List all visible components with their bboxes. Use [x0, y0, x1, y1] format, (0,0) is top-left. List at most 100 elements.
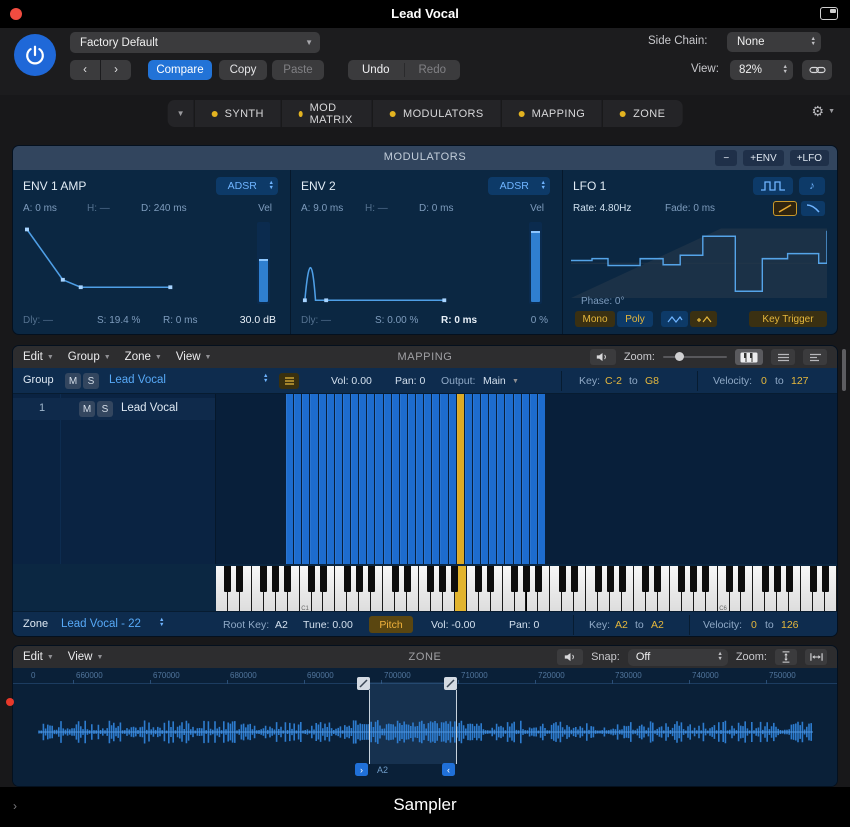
zone-bar[interactable]: [367, 394, 375, 564]
zone-bar[interactable]: [375, 394, 383, 564]
start-marker-line[interactable]: [369, 690, 370, 764]
env1-mode-select[interactable]: ADSR ▲ ▼: [216, 177, 278, 195]
piano-key-black[interactable]: [284, 566, 292, 592]
mapping-zoom-slider[interactable]: [663, 350, 727, 364]
window-mode-icon[interactable]: [820, 7, 838, 20]
piano-key-black[interactable]: [654, 566, 662, 592]
back-button[interactable]: ‹: [70, 60, 100, 80]
env1-attack[interactable]: A: 0 ms: [23, 203, 57, 214]
env2-decay[interactable]: D: 0 ms: [419, 203, 453, 214]
fade-in-button[interactable]: [773, 201, 797, 216]
link-button[interactable]: [802, 60, 832, 80]
root-key-value[interactable]: A2: [275, 619, 288, 631]
env2-graph[interactable]: [301, 222, 514, 304]
view-zoom-select[interactable]: 82% ▲ ▼: [730, 60, 793, 80]
mapping-menu-view[interactable]: View ▼: [176, 351, 212, 363]
piano-key-black[interactable]: [224, 566, 232, 592]
zone-bar[interactable]: [521, 394, 529, 564]
zone-bar[interactable]: [489, 394, 497, 564]
env1-hold[interactable]: H: —: [87, 203, 110, 214]
side-chain-select[interactable]: None ▲ ▼: [727, 32, 821, 52]
zone-bar-selected[interactable]: [456, 394, 464, 564]
remove-modulator-button[interactable]: −: [715, 150, 738, 166]
zone-bar[interactable]: [326, 394, 334, 564]
piano-key-black[interactable]: [618, 566, 626, 592]
group-pan[interactable]: Pan: 0: [395, 375, 425, 387]
zone-key-low[interactable]: A2: [615, 619, 628, 631]
piano-key-black[interactable]: [809, 566, 817, 592]
zone-bar[interactable]: [529, 394, 537, 564]
env2-amount[interactable]: 0 %: [531, 315, 548, 326]
tab-mod-matrix[interactable]: MOD MATRIX: [280, 100, 372, 127]
group-list-button[interactable]: [279, 373, 299, 389]
stepper-icon[interactable]: ▲ ▼: [811, 36, 821, 47]
piano-key-black[interactable]: [427, 566, 435, 592]
piano-key-black[interactable]: [726, 566, 734, 592]
zone-bar[interactable]: [286, 394, 294, 564]
piano-key-black[interactable]: [678, 566, 686, 592]
lfo-wave-mode-a-button[interactable]: [661, 311, 688, 327]
mapping-menu-group[interactable]: Group ▼: [68, 351, 111, 363]
piano-key-black[interactable]: [319, 566, 327, 592]
piano-key-black[interactable]: [260, 566, 268, 592]
add-env-button[interactable]: +ENV: [743, 150, 784, 166]
stepper-icon[interactable]: ▲ ▼: [783, 64, 793, 75]
zone-volume[interactable]: Vol: -0.00: [431, 619, 475, 631]
lfo-wave-mode-b-button[interactable]: [690, 311, 717, 327]
piano-key-black[interactable]: [594, 566, 602, 592]
zone-bar[interactable]: [497, 394, 505, 564]
paste-button[interactable]: Paste: [272, 60, 324, 80]
compare-button[interactable]: Compare: [148, 60, 212, 80]
preset-select[interactable]: Factory Default ▼: [70, 32, 320, 53]
piano-key-black[interactable]: [451, 566, 459, 592]
end-badge[interactable]: ‹: [442, 763, 455, 776]
env1-release[interactable]: R: 0 ms: [163, 315, 197, 326]
zone-bar[interactable]: [302, 394, 310, 564]
zone-bar[interactable]: [342, 394, 351, 564]
lfo-phase[interactable]: Phase: 0°: [581, 296, 624, 307]
fade-out-button[interactable]: [801, 201, 825, 216]
zone-bar[interactable]: [537, 394, 546, 564]
lfo-poly-button[interactable]: Poly: [617, 311, 653, 327]
undo-button[interactable]: Undo: [348, 64, 404, 76]
key-trigger-button[interactable]: Key Trigger: [749, 311, 827, 327]
piano-key-black[interactable]: [343, 566, 351, 592]
piano-key-black[interactable]: [785, 566, 793, 592]
piano-key-black[interactable]: [737, 566, 745, 592]
zone-bar[interactable]: [505, 394, 513, 564]
slider-handle[interactable]: [675, 352, 684, 361]
group-row[interactable]: 1 M S Lead Vocal: [13, 398, 215, 420]
stepper-icon[interactable]: ▲ ▼: [263, 373, 272, 384]
zone-bar[interactable]: [391, 394, 399, 564]
zone-bar[interactable]: [472, 394, 481, 564]
piano-key-black[interactable]: [355, 566, 363, 592]
zone-pan[interactable]: Pan: 0: [509, 619, 539, 631]
end-marker-handle[interactable]: [444, 677, 457, 690]
group-velocity-high[interactable]: 127: [791, 375, 809, 387]
row-solo-button[interactable]: S: [97, 401, 113, 417]
piano-key-black[interactable]: [308, 566, 316, 592]
audition-button[interactable]: [589, 349, 616, 365]
zone-menu-edit[interactable]: Edit ▼: [23, 651, 54, 663]
lfo-fade[interactable]: Fade: 0 ms: [665, 203, 715, 214]
env1-sustain[interactable]: S: 19.4 %: [97, 315, 140, 326]
settings-button[interactable]: ⚙ ▼: [812, 103, 836, 120]
lfo-sync-button[interactable]: ♪: [799, 177, 825, 195]
env2-release[interactable]: R: 0 ms: [441, 315, 477, 326]
group-velocity-low[interactable]: 0: [761, 375, 767, 387]
env2-attack[interactable]: A: 9.0 ms: [301, 203, 343, 214]
start-marker-handle[interactable]: [357, 677, 370, 690]
zone-bar[interactable]: [513, 394, 521, 564]
power-button[interactable]: [14, 34, 56, 76]
piano-key-black[interactable]: [487, 566, 495, 592]
piano-key-black[interactable]: [690, 566, 698, 592]
zone-bar[interactable]: [440, 394, 448, 564]
end-marker-line[interactable]: [456, 690, 457, 764]
zone-map-display[interactable]: [216, 394, 837, 564]
piano-key-black[interactable]: [773, 566, 781, 592]
piano-key-black[interactable]: [821, 566, 829, 592]
lfo-mono-button[interactable]: Mono: [575, 311, 615, 327]
group-volume[interactable]: Vol: 0.00: [331, 375, 372, 387]
env2-mode-select[interactable]: ADSR ▲ ▼: [488, 177, 550, 195]
add-lfo-button[interactable]: +LFO: [789, 150, 829, 166]
